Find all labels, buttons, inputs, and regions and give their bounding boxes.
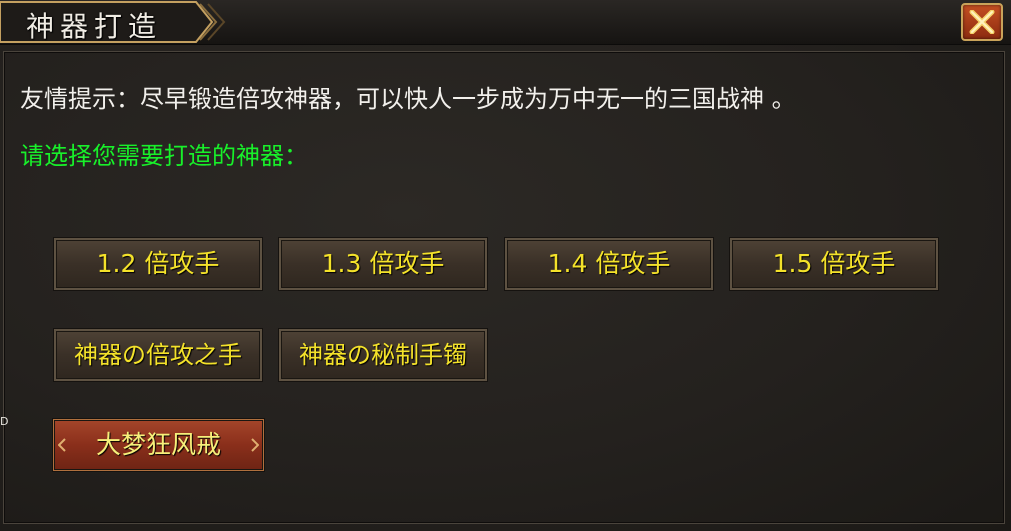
window-title: 神器打造 <box>26 10 163 43</box>
edge-fragment-text: D <box>0 415 9 428</box>
friendly-tip-text: 友情提示：尽早锻造倍攻神器，可以快人一步成为万中无一的三国战神 。 <box>20 85 796 113</box>
option-button-1-4x[interactable]: 1.4 倍攻手 <box>505 238 713 290</box>
title-tab: 神器打造 <box>0 0 228 44</box>
artifact-forge-window: 神器打造 友情提示：尽早锻造倍攻神器，可以快人一步成为万中无一的三国战神 。 请… <box>0 0 1011 531</box>
option-button-1-2x[interactable]: 1.2 倍攻手 <box>54 238 262 290</box>
close-x-icon <box>969 10 995 34</box>
option-button-artifact-hand[interactable]: 神器の倍攻之手 <box>54 329 262 381</box>
option-button-dream-ring[interactable]: 大梦狂风戒 <box>53 419 264 471</box>
special-option-label: 大梦狂风戒 <box>95 430 221 459</box>
right-ornament-icon <box>251 438 259 452</box>
close-button[interactable] <box>961 3 1003 41</box>
select-prompt-text: 请选择您需要打造的神器： <box>20 142 308 170</box>
option-button-1-5x[interactable]: 1.5 倍攻手 <box>730 238 938 290</box>
option-button-1-3x[interactable]: 1.3 倍攻手 <box>279 238 487 290</box>
title-bar: 神器打造 <box>0 0 1011 45</box>
left-ornament-icon <box>58 438 66 452</box>
option-button-artifact-bracelet[interactable]: 神器の秘制手镯 <box>279 329 487 381</box>
